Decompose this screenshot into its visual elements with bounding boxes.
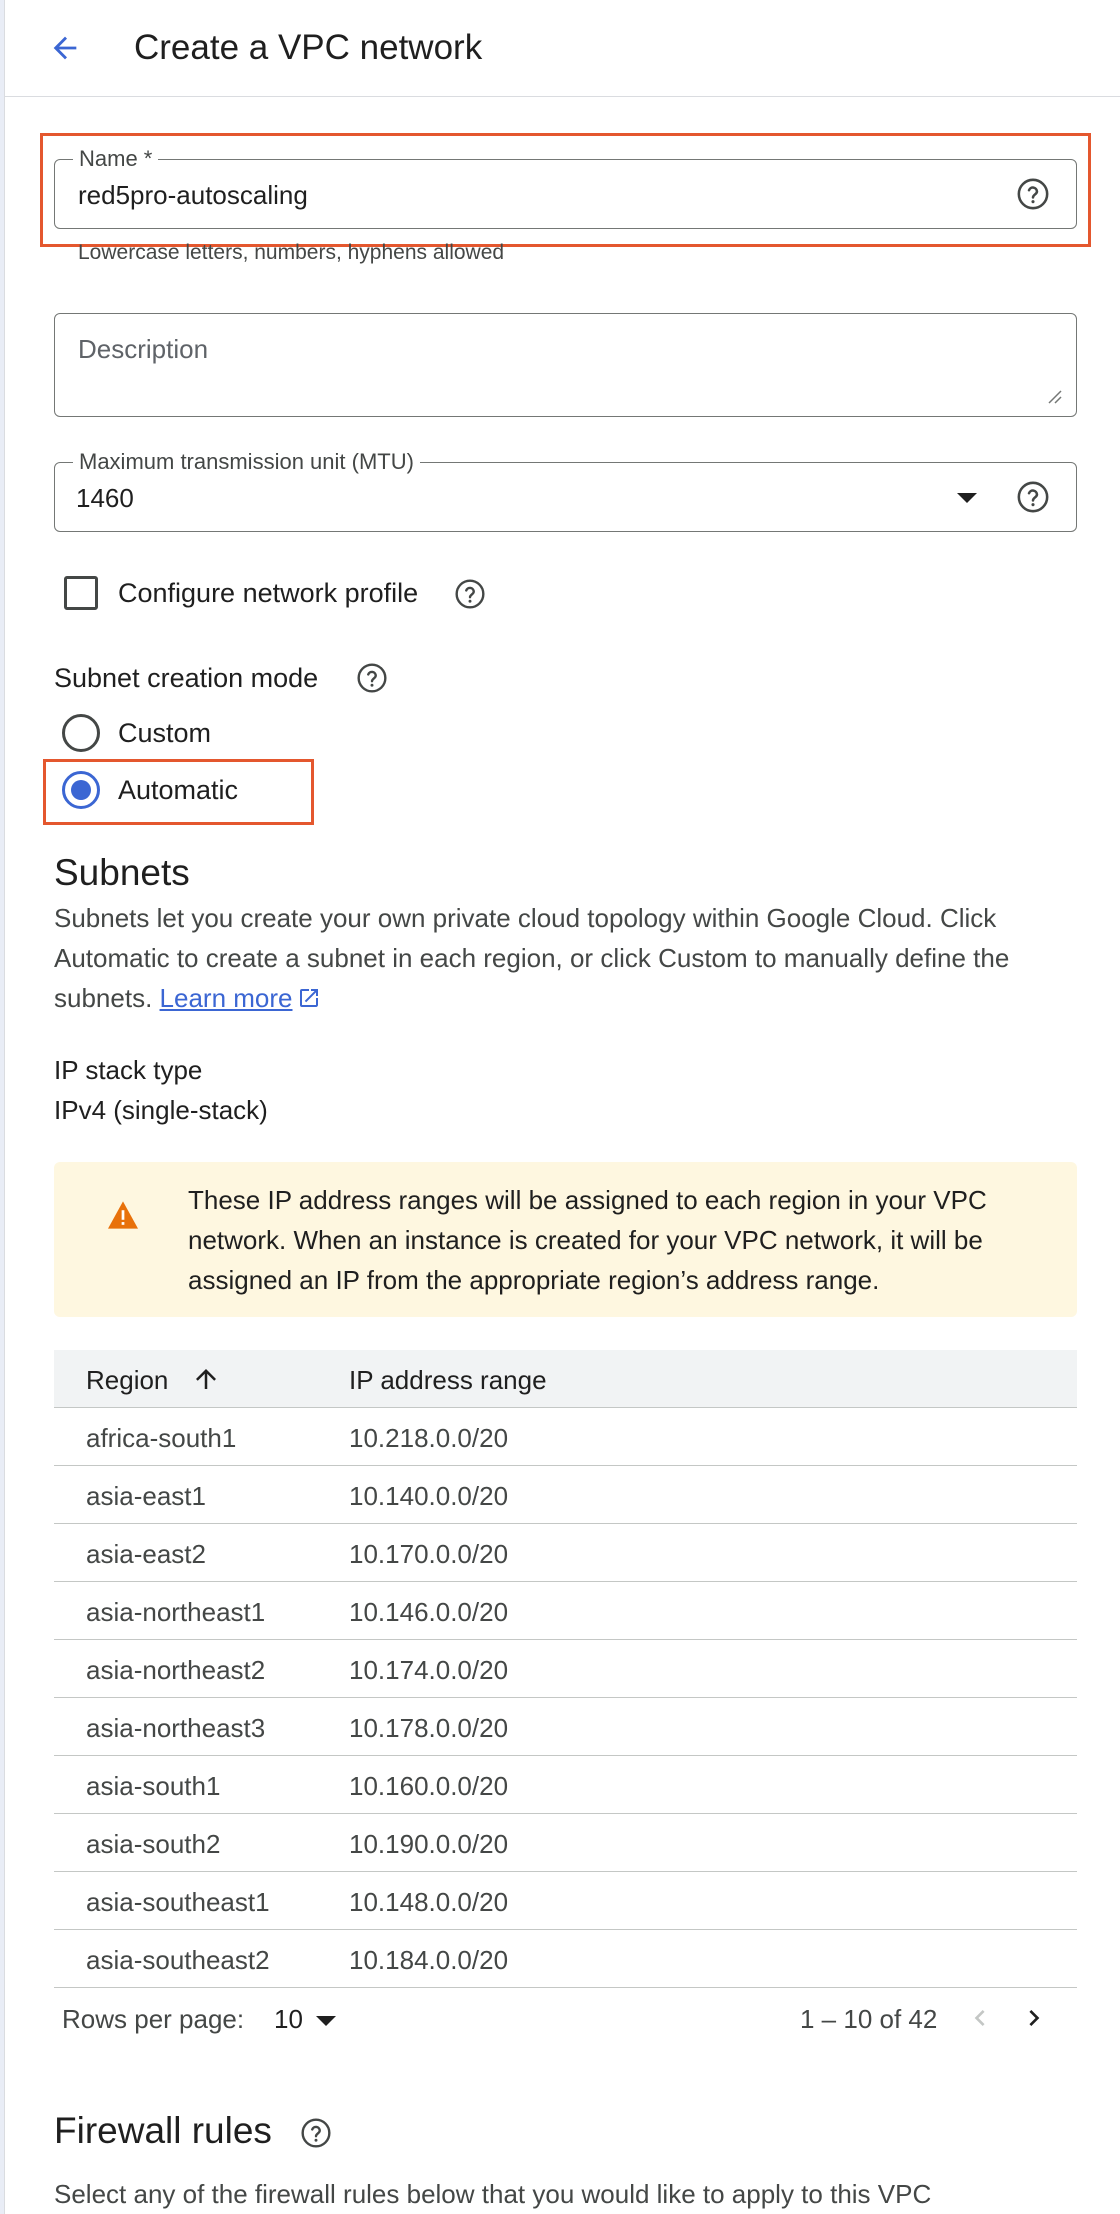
- table-row: asia-east2 10.170.0.0/20: [54, 1524, 1077, 1582]
- description-field[interactable]: Description: [54, 313, 1077, 417]
- warning-banner: These IP address ranges will be assigned…: [54, 1162, 1077, 1317]
- table-row: asia-northeast2 10.174.0.0/20: [54, 1640, 1077, 1698]
- region-cell: africa-south1: [86, 1423, 237, 1453]
- chevron-left-icon: [974, 2010, 985, 2026]
- rows-per-page-select[interactable]: 10: [274, 1996, 394, 2042]
- subnet-mode-custom-label[interactable]: Custom: [118, 718, 211, 749]
- ip-range-cell: 10.218.0.0/20: [349, 1423, 509, 1453]
- help-circle-icon: [301, 2118, 331, 2148]
- mtu-help-button[interactable]: [1016, 480, 1050, 514]
- resize-handle-icon[interactable]: [1046, 388, 1062, 404]
- arrow-back-icon: [53, 36, 77, 60]
- open-in-new-icon: [299, 989, 318, 1007]
- subnet-mode-help-button[interactable]: [355, 661, 389, 695]
- ip-range-cell: 10.160.0.0/20: [349, 1771, 509, 1801]
- ip-range-cell: 10.174.0.0/20: [349, 1655, 509, 1685]
- subnets-table: Region IP address range africa-south1 10.…: [54, 1350, 1077, 1988]
- region-cell: asia-south1: [86, 1771, 221, 1801]
- page-header: Create a VPC network: [5, 0, 1120, 97]
- warning-triangle-icon: [108, 1201, 138, 1229]
- subnets-description: Subnets let you create your own private …: [54, 898, 1084, 1018]
- region-cell: asia-northeast1: [86, 1597, 266, 1627]
- learn-more-link[interactable]: Learn more: [160, 983, 321, 1013]
- ip-range-cell: 10.146.0.0/20: [349, 1597, 509, 1627]
- rows-per-page-label: Rows per page:: [62, 2004, 245, 2034]
- region-cell: asia-east2: [86, 1539, 206, 1569]
- firewall-rules-heading: Firewall rules: [54, 2110, 272, 2151]
- table-row: asia-northeast3 10.178.0.0/20: [54, 1698, 1077, 1756]
- table-row: asia-southeast1 10.148.0.0/20: [54, 1872, 1077, 1930]
- ip-range-cell: 10.178.0.0/20: [349, 1713, 509, 1743]
- firewall-rules-description: Select any of the firewall rules below t…: [54, 2179, 932, 2209]
- warning-text: These IP address ranges will be assigned…: [188, 1185, 987, 1295]
- network-profile-help-button[interactable]: [453, 577, 487, 611]
- table-row: asia-south1 10.160.0.0/20: [54, 1756, 1077, 1814]
- subnet-mode-label: Subnet creation mode: [54, 663, 319, 693]
- table-row: asia-east1 10.140.0.0/20: [54, 1466, 1077, 1524]
- ip-stack-label: IP stack type: [54, 1055, 203, 1085]
- table-row: africa-south1 10.218.0.0/20: [54, 1408, 1077, 1466]
- ip-range-cell: 10.140.0.0/20: [349, 1481, 509, 1511]
- next-page-button[interactable]: [1012, 1996, 1056, 2040]
- rows-per-page-value: 10: [274, 2004, 303, 2034]
- network-profile-checkbox[interactable]: [64, 576, 98, 610]
- region-cell: asia-east1: [86, 1481, 206, 1511]
- mtu-field-label: Maximum transmission unit (MTU): [73, 450, 420, 474]
- region-cell: asia-south2: [86, 1829, 221, 1859]
- help-circle-icon: [357, 663, 387, 693]
- arrow-up-icon[interactable]: [191, 1364, 221, 1394]
- ip-range-cell: 10.190.0.0/20: [349, 1829, 509, 1859]
- mtu-select[interactable]: Maximum transmission unit (MTU) 1460: [54, 450, 1077, 532]
- ip-stack-value: IPv4 (single-stack): [54, 1095, 268, 1125]
- previous-page-button[interactable]: [958, 1996, 1002, 2040]
- caret-down-icon: [316, 2016, 336, 2026]
- table-row: asia-south2 10.190.0.0/20: [54, 1814, 1077, 1872]
- ip-range-cell: 10.148.0.0/20: [349, 1887, 509, 1917]
- region-cell: asia-southeast1: [86, 1887, 270, 1917]
- region-cell: asia-northeast2: [86, 1655, 266, 1685]
- firewall-help-button[interactable]: [299, 2116, 333, 2150]
- region-column-header[interactable]: Region: [86, 1365, 168, 1396]
- region-cell: asia-northeast3: [86, 1713, 266, 1743]
- page-title: Create a VPC network: [134, 28, 483, 67]
- automatic-highlight-box: [43, 759, 314, 825]
- table-pagination: Rows per page: 10 1 – 10 of 42: [54, 1990, 1077, 2050]
- mtu-field-value: 1460: [76, 483, 134, 513]
- ip-range-column-header[interactable]: IP address range: [349, 1365, 547, 1396]
- description-placeholder: Description: [78, 334, 209, 364]
- left-rail: [0, 0, 5, 2214]
- caret-down-icon[interactable]: [957, 493, 977, 503]
- help-circle-icon: [455, 579, 485, 609]
- back-button[interactable]: [37, 20, 93, 76]
- chevron-right-icon: [1029, 2010, 1040, 2026]
- table-header: Region IP address range: [54, 1350, 1077, 1408]
- pagination-range: 1 – 10 of 42: [800, 2004, 938, 2034]
- help-circle-icon: [1017, 481, 1049, 513]
- name-highlight-box: [40, 133, 1091, 247]
- table-body: africa-south1 10.218.0.0/20 asia-east1 10.1…: [54, 1408, 1077, 1988]
- subnets-heading: Subnets: [54, 852, 190, 893]
- network-profile-label[interactable]: Configure network profile: [118, 578, 418, 609]
- ip-range-cell: 10.170.0.0/20: [349, 1539, 509, 1569]
- subnet-mode-custom-radio[interactable]: [62, 714, 100, 752]
- region-cell: asia-southeast2: [86, 1945, 270, 1975]
- table-row: asia-northeast1 10.146.0.0/20: [54, 1582, 1077, 1640]
- ip-range-cell: 10.184.0.0/20: [349, 1945, 509, 1975]
- table-row: asia-southeast2 10.184.0.0/20: [54, 1930, 1077, 1988]
- name-hint: Lowercase letters, numbers, hyphens allo…: [78, 241, 505, 264]
